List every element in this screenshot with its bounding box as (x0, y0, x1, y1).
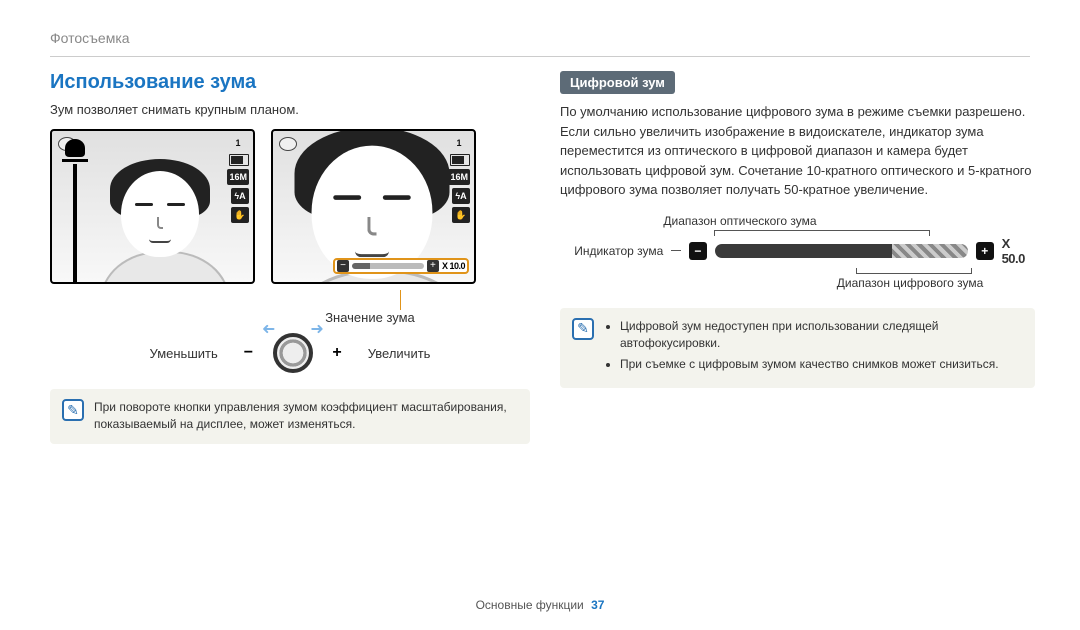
dial-graphic (273, 333, 313, 373)
camera-preview-zoomed: 1 16M ϟA ✋ − + X 10.0 (271, 129, 476, 284)
note-item: Цифровой зум недоступен при использовани… (620, 318, 1023, 353)
optical-range-label: Диапазон оптического зума (630, 214, 850, 228)
battery-icon (450, 154, 470, 166)
note-icon: ✎ (62, 399, 84, 421)
zoom-out-icon: − (337, 260, 349, 272)
stabilizer-icon: ✋ (231, 207, 249, 223)
lead-text: Зум позволяет снимать крупным планом. (50, 102, 530, 117)
resolution-icon: 16M (227, 169, 249, 185)
zoom-dial: ➜ ➜ − + (258, 333, 328, 373)
zoom-track (352, 263, 424, 269)
arrow-left-icon: ➜ (262, 319, 275, 339)
camera-preview-wide: 1 16M ϟA ✋ (50, 129, 255, 284)
note-item: При съемке с цифровым зумом качество сни… (620, 356, 1023, 373)
section-title-zoom: Использование зума (50, 71, 530, 94)
zoom-overlay-bar: − + X 10.0 (333, 258, 469, 274)
counter-icon: 1 (448, 135, 470, 151)
zoom-value-label: X 10.0 (442, 261, 465, 271)
note-box-left: ✎ При повороте кнопки управления зумом к… (50, 389, 530, 444)
zoom-in-icon: + (427, 260, 439, 272)
note-text: При повороте кнопки управления зумом коэ… (94, 399, 518, 434)
lamp-post-graphic (60, 139, 90, 282)
footer-section: Основные функции (476, 598, 584, 612)
callout-leader (400, 290, 530, 310)
digital-bracket (856, 268, 972, 274)
increase-label: Увеличить (368, 346, 431, 361)
leader-line (671, 250, 681, 251)
subject-portrait (100, 159, 220, 284)
page-number: 37 (591, 598, 604, 612)
zoom-max-label: X 50.0 (1002, 236, 1036, 266)
zoom-range-diagram: Диапазон оптического зума Индикатор зума… (560, 214, 1035, 290)
divider (50, 56, 1030, 57)
digital-zoom-heading: Цифровой зум (560, 71, 675, 94)
minus-icon: − (244, 344, 253, 362)
flash-icon: ϟA (452, 188, 470, 204)
zoom-in-icon: + (976, 242, 994, 260)
page-footer: Основные функции 37 (0, 598, 1080, 612)
counter-icon: 1 (227, 135, 249, 151)
zoom-value-caption: Значение зума (210, 310, 530, 325)
breadcrumb: Фотосъемка (50, 30, 1030, 46)
digital-range-label: Диапазон цифрового зума (810, 276, 1010, 290)
digital-zoom-body: По умолчанию использование цифрового зум… (560, 102, 1035, 200)
right-column: Цифровой зум По умолчанию использование … (560, 71, 1035, 444)
note-list: Цифровой зум недоступен при использовани… (604, 318, 1023, 378)
note-box-right: ✎ Цифровой зум недоступен при использова… (560, 308, 1035, 388)
left-column: Использование зума Зум позволяет снимать… (50, 71, 530, 444)
stabilizer-icon: ✋ (452, 207, 470, 223)
note-icon: ✎ (572, 318, 594, 340)
arrow-right-icon: ➜ (310, 319, 323, 339)
zoom-indicator-label: Индикатор зума (560, 244, 663, 258)
decrease-label: Уменьшить (150, 346, 218, 361)
battery-icon (229, 154, 249, 166)
flash-icon: ϟA (231, 188, 249, 204)
zoom-range-track (715, 244, 968, 258)
zoom-out-icon: − (689, 242, 707, 260)
resolution-icon: 16M (448, 169, 470, 185)
plus-icon: + (332, 344, 341, 362)
